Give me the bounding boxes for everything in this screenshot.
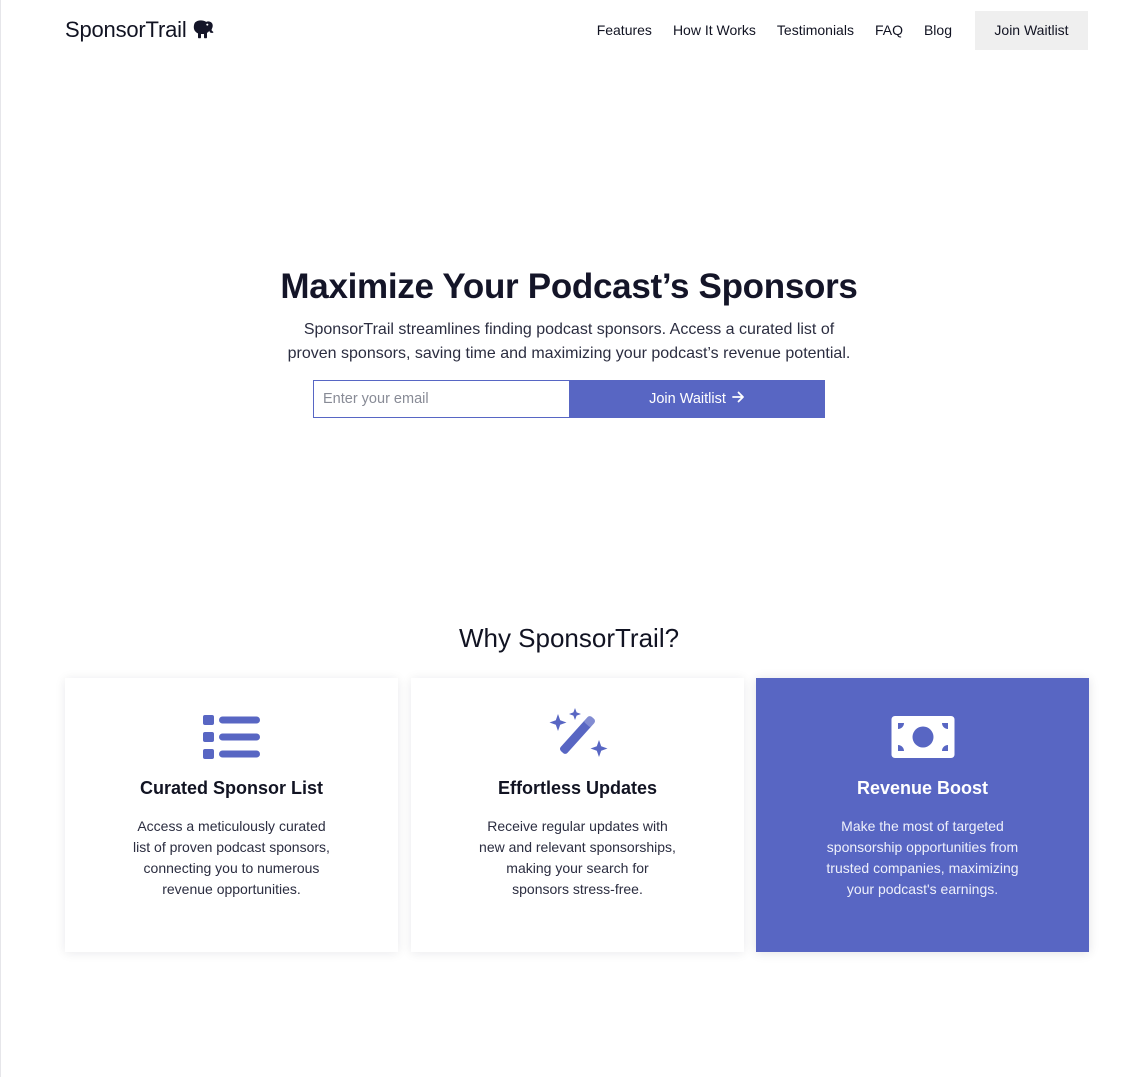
nav-link-blog[interactable]: Blog	[924, 22, 952, 38]
join-waitlist-button-label: Join Waitlist	[649, 391, 726, 407]
list-icon	[65, 708, 398, 766]
money-bill-icon	[756, 708, 1089, 766]
join-waitlist-button[interactable]: Join Waitlist	[569, 380, 825, 418]
feature-card-title: Revenue Boost	[856, 778, 989, 798]
feature-card-text: Receive regular updates with new and rel…	[479, 818, 676, 897]
hero-subtitle: SponsorTrail streamlines finding podcast…	[287, 321, 851, 362]
feature-card-text: Access a meticulously curated list of pr…	[133, 818, 330, 897]
magic-wand-icon	[411, 708, 744, 766]
feature-card-text: Make the most of targeted sponsorship op…	[826, 818, 1019, 897]
nav-link-testimonials[interactable]: Testimonials	[777, 22, 854, 38]
feature-card-title: Effortless Updates	[497, 778, 658, 798]
feature-card-curated-list: Curated Sponsor List Access a meticulous…	[65, 678, 398, 952]
features-title: Why SponsorTrail?	[458, 623, 680, 653]
join-waitlist-nav-button[interactable]: Join Waitlist	[975, 10, 1088, 50]
nav-link-faq[interactable]: FAQ	[875, 22, 903, 38]
site-header: SponsorTrail Features How It Works Testi…	[65, 10, 1088, 50]
hero-section: Maximize Your Podcast’s Sponsors Sponsor…	[1, 262, 1137, 418]
waitlist-form: Join Waitlist	[313, 380, 825, 418]
feature-card-revenue-boost: Revenue Boost Make the most of targeted …	[756, 678, 1089, 952]
brand-name[interactable]: SponsorTrail	[65, 17, 187, 43]
brand[interactable]: SponsorTrail	[65, 17, 215, 43]
nav-link-features[interactable]: Features	[597, 22, 652, 38]
hero-title: Maximize Your Podcast’s Sponsors	[280, 267, 858, 306]
main-nav: Features How It Works Testimonials FAQ B…	[597, 10, 1088, 50]
feature-card-title: Curated Sponsor List	[139, 778, 323, 798]
elephant-icon	[191, 19, 215, 41]
email-input[interactable]	[313, 380, 569, 418]
feature-card-effortless-updates: Effortless Updates Receive regular updat…	[411, 678, 744, 952]
arrow-right-icon	[732, 391, 745, 407]
features-cards: Curated Sponsor List Access a meticulous…	[65, 678, 1089, 952]
nav-link-how-it-works[interactable]: How It Works	[673, 22, 756, 38]
